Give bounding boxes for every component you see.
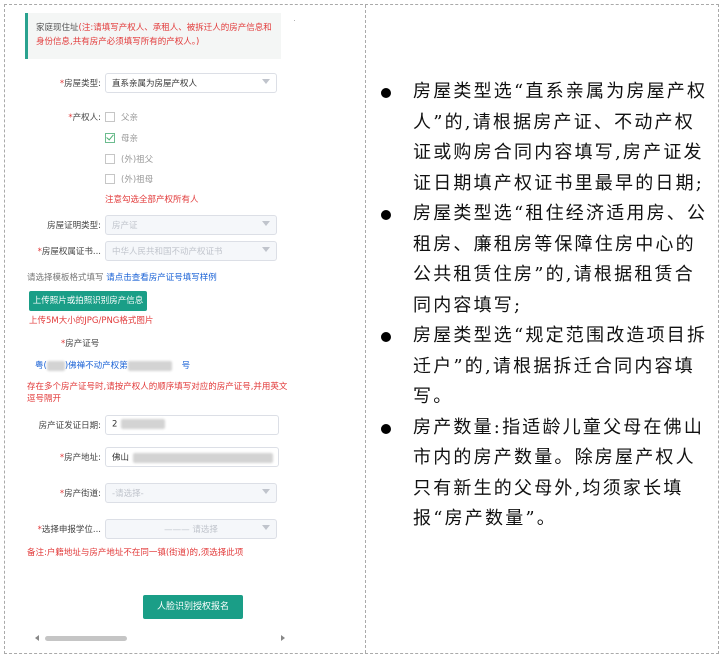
school-select[interactable]: ——— 请选择 [105, 519, 277, 539]
school-label: 选择申报学位... [41, 525, 101, 535]
school-row: *选择申报学位... ——— 请选择 [13, 519, 283, 539]
chevron-down-icon [262, 247, 270, 252]
cert-type-row: *房屋权属证书... 中华人民共和国不动产权证书 [13, 241, 283, 261]
address-notice: 家庭现住址(注:请填写产权人、承租人、被拆迁人的房产信息和身份信息,共有房产必须… [25, 13, 281, 59]
proof-type-row: 房屋证明类型: 房产证 [13, 215, 283, 235]
issue-date-input[interactable]: 2 [105, 415, 279, 435]
remark-note: 备注:户籍地址与房产地址不在同一镇(街道)的,须选择此项 [27, 548, 244, 558]
note-item: 房屋类型选“规定范围改造项目拆迁户”的,请根据拆迁合同内容填写。 [377, 321, 713, 413]
address-row: *房产地址: 佛山 [13, 447, 283, 467]
multi-cert-note: 存在多个房产证号时,请按产权人的顺序填写对应的房产证号,并用英文逗号隔开 [27, 382, 288, 404]
issue-date-row: 房产证发证日期: 2 [13, 415, 283, 435]
owner-note: 注意勾选全部产权所有人 [105, 195, 199, 205]
scroll-up-arrow-icon[interactable] [294, 17, 295, 21]
bullet-icon [381, 332, 391, 342]
cert-type-select[interactable]: 中华人民共和国不动产权证书 [105, 241, 277, 261]
cert-type-label: 房屋权属证书... [41, 247, 101, 257]
owner-row: *产权人: [68, 113, 101, 123]
owner-label: 产权人: [72, 113, 101, 123]
upload-hint: 上传5M大小的JPG/PNG格式图片 [29, 316, 154, 326]
column-divider [365, 5, 366, 653]
chevron-down-icon [262, 489, 270, 494]
document-frame: 家庭现住址(注:请填写产权人、承租人、被拆迁人的房产信息和身份信息,共有房产必须… [4, 4, 719, 654]
bullet-icon [381, 88, 391, 98]
checkbox-icon [105, 173, 115, 184]
chevron-down-icon [262, 79, 270, 84]
owner-checkbox-mother[interactable]: 母亲 [105, 132, 138, 146]
horizontal-scrollbar[interactable] [45, 636, 127, 641]
house-type-select[interactable]: 直系亲属为房屋产权人 [105, 73, 277, 93]
scroll-left-arrow-icon[interactable] [35, 635, 39, 641]
street-select[interactable]: -请选择- [105, 483, 277, 503]
chevron-down-icon [262, 221, 270, 226]
bullet-icon [381, 210, 391, 220]
proof-type-label: 房屋证明类型: [47, 221, 101, 231]
address-label: 房产地址: [64, 453, 101, 463]
address-input[interactable]: 佛山 [105, 447, 279, 467]
checkbox-icon [105, 153, 115, 164]
issue-date-label: 房产证发证日期: [38, 421, 101, 431]
owner-checkbox-grandmother[interactable]: (外)祖母 [105, 173, 153, 187]
street-label: 房产街道: [64, 489, 101, 499]
scroll-right-arrow-icon[interactable] [281, 635, 285, 641]
bullet-icon [381, 423, 391, 434]
chevron-down-icon [262, 525, 270, 530]
registration-form: 家庭现住址(注:请填写产权人、承租人、被拆迁人的房产信息和身份信息,共有房产必须… [13, 9, 295, 641]
house-type-label: 房屋类型: [64, 79, 101, 89]
owner-checkbox-grandfather[interactable]: (外)祖父 [105, 153, 153, 167]
explanation-notes: 房屋类型选“直系亲属为房屋产权人”的,请根据房产证、不动产权证或购房合同内容填写… [377, 77, 713, 535]
checkbox-checked-icon [105, 132, 115, 143]
house-type-row: *房屋类型: 直系亲属为房屋产权人 [13, 73, 283, 93]
owner-checkbox-father[interactable]: 父亲 [105, 111, 138, 125]
note-item: 房产数量:指适龄儿童父母在佛山市内的房产数量。除房屋产权人只有新生的父母外,均须… [377, 413, 713, 535]
cert-number-label: *房产证号 [61, 339, 100, 349]
template-example-link[interactable]: 请点击查看房产证号填写样例 [106, 273, 217, 283]
proof-type-select[interactable]: 房产证 [105, 215, 277, 235]
face-recognition-submit-button[interactable]: 人脸识别授权报名 [143, 595, 243, 619]
note-item: 房屋类型选“租住经济适用房、公租房、廉租房等保障住房中心的公共租赁住房”的,请根… [377, 199, 713, 321]
street-row: *房产街道: -请选择- [13, 483, 283, 503]
template-hint: 请选择模板格式填写 请点击查看房产证号填写样例 [27, 273, 217, 283]
cert-number-input[interactable]: 粤()佛禅不动产权第号 [35, 359, 190, 371]
notice-title: 家庭现住址 [36, 23, 79, 33]
checkbox-icon [105, 111, 115, 122]
upload-photo-button[interactable]: 上传照片或拍照识别房产信息 [29, 291, 147, 311]
note-item: 房屋类型选“直系亲属为房屋产权人”的,请根据房产证、不动产权证或购房合同内容填写… [377, 77, 713, 199]
